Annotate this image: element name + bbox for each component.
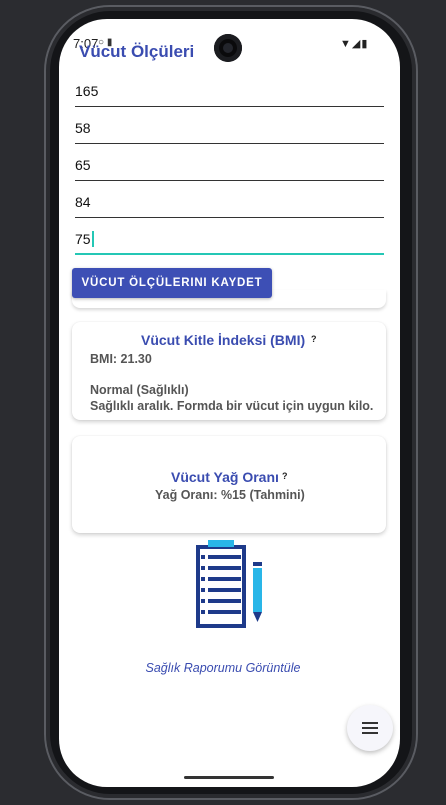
save-measurements-button[interactable]: VÜCUT ÖLÇÜLERINI KAYDET bbox=[72, 268, 272, 298]
bmi-description: Sağlıklı aralık. Formda bir vücut için u… bbox=[90, 399, 374, 413]
weight-field-value: 58 bbox=[75, 120, 91, 136]
bmi-value: BMI: 21.30 bbox=[90, 352, 152, 366]
bmi-card: Vücut Kitle İndeksi (BMI) ? BMI: 21.30 N… bbox=[72, 322, 386, 420]
view-health-report-link[interactable]: Sağlık Raporumu Görüntüle bbox=[0, 661, 446, 675]
status-signal-battery-icons: ▼◢▮ bbox=[340, 38, 369, 50]
page-title: Vücut Ölçüleri bbox=[79, 42, 195, 61]
neck-field[interactable]: 75 bbox=[75, 227, 384, 255]
body-fat-help-icon[interactable]: ? bbox=[282, 471, 288, 481]
text-cursor bbox=[91, 231, 94, 247]
waist-field-value: 65 bbox=[75, 157, 91, 173]
bmi-help-icon[interactable]: ? bbox=[311, 334, 317, 344]
body-fat-value: Yağ Oranı: %15 (Tahmini) bbox=[155, 488, 305, 502]
hip-field-value: 84 bbox=[75, 194, 91, 210]
menu-icon bbox=[362, 722, 378, 734]
body-fat-card: Vücut Yağ Oranı ? Yağ Oranı: %15 (Tahmin… bbox=[72, 436, 386, 533]
waist-field[interactable]: 65 bbox=[75, 153, 384, 181]
bmi-card-title: Vücut Kitle İndeksi (BMI) bbox=[141, 332, 306, 348]
front-camera bbox=[214, 34, 242, 62]
menu-fab[interactable] bbox=[347, 705, 393, 751]
height-field[interactable]: 165 bbox=[75, 79, 384, 107]
hip-field[interactable]: 84 bbox=[75, 190, 384, 218]
bmi-category: Normal (Sağlıklı) bbox=[90, 383, 189, 397]
neck-field-value: 75 bbox=[75, 231, 91, 247]
height-field-value: 165 bbox=[75, 83, 99, 99]
home-indicator[interactable] bbox=[184, 776, 274, 779]
clipboard-checklist-icon[interactable] bbox=[194, 540, 266, 632]
weight-field[interactable]: 58 bbox=[75, 116, 384, 144]
body-fat-card-title: Vücut Yağ Oranı bbox=[171, 469, 279, 485]
